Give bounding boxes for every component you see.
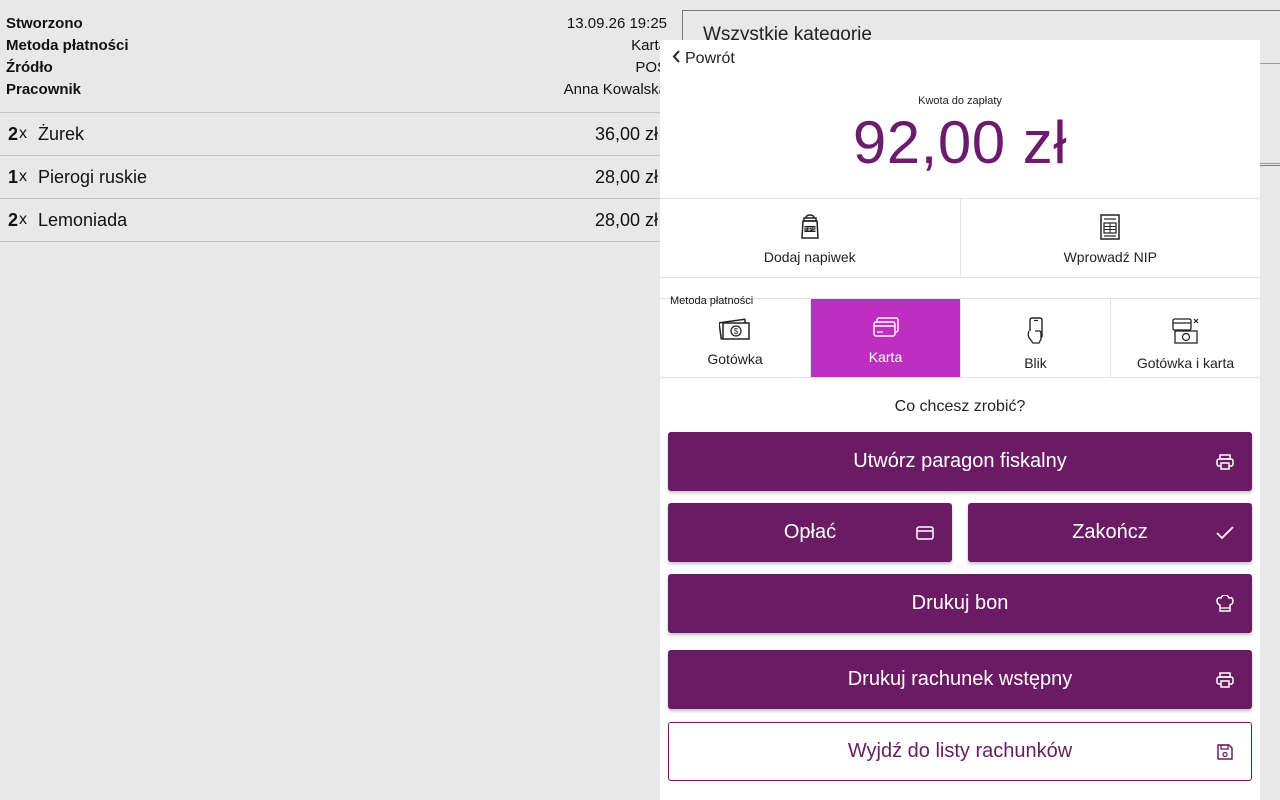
item-name: Żurek (38, 123, 85, 144)
meta-value: 13.09.26 19:25 (566, 14, 667, 32)
back-label: Powrót (685, 50, 735, 67)
order-details-panel: Stworzono 13.09.26 19:25 Metoda płatnośc… (0, 0, 670, 800)
printer-icon (1216, 453, 1234, 470)
order-item-row[interactable]: 2 x Żurek 36,00 zł (0, 113, 670, 156)
enter-nip-button[interactable]: Wprowadź NIP (959, 199, 1261, 277)
item-price: 36,00 zł (594, 123, 658, 144)
card-icon (916, 525, 934, 540)
add-tip-button[interactable]: TIPS Dodaj napiwek (660, 199, 960, 277)
payment-modal: Powrót Kwota do zapłaty 92,00 zł TIPS Do… (660, 40, 1260, 800)
payment-method-label: Gotówka (707, 351, 763, 367)
exit-to-bill-list-button[interactable]: Wyjdź do listy rachunków (668, 722, 1252, 781)
button-label: Opłać (783, 521, 837, 543)
create-fiscal-receipt-button[interactable]: Utwórz paragon fiskalny (668, 432, 1252, 491)
button-label: Utwórz paragon fiskalny (853, 450, 1067, 472)
item-quantity: 2 (8, 123, 19, 144)
meta-row-source: Źródło POS (0, 56, 670, 78)
svg-text:TIPS: TIPS (804, 227, 816, 233)
order-meta: Stworzono 13.09.26 19:25 Metoda płatnośc… (0, 0, 670, 100)
item-price: 28,00 zł (594, 209, 658, 230)
save-icon (1217, 743, 1233, 760)
back-button[interactable]: Powrót (672, 50, 735, 68)
payment-method-selector: $ Gotówka Karta Blik Gotówka i karta (660, 298, 1260, 378)
amount-due: 92,00 zł (852, 109, 1068, 176)
card-icon (872, 317, 900, 342)
payment-method-card[interactable]: Karta (810, 299, 960, 377)
button-label: Wyjdź do listy rachunków (847, 740, 1073, 762)
meta-label: Pracownik (6, 80, 82, 98)
meta-row-employee: Pracownik Anna Kowalska (0, 78, 670, 100)
add-tip-label: Dodaj napiwek (763, 249, 856, 265)
item-name: Pierogi ruskie (38, 166, 148, 187)
order-item-row[interactable]: 1 x Pierogi ruskie 28,00 zł (0, 156, 670, 199)
meta-label: Metoda płatności (6, 36, 129, 54)
print-prebill-button[interactable]: Drukuj rachunek wstępny (668, 650, 1252, 709)
meta-value: Anna Kowalska (563, 80, 667, 98)
button-label: Drukuj rachunek wstępny (847, 668, 1073, 690)
payment-method-label: Karta (868, 349, 903, 365)
finish-button[interactable]: Zakończ (968, 503, 1252, 562)
payment-method-blik[interactable]: Blik (960, 299, 1110, 377)
meta-row-created: Stworzono 13.09.26 19:25 (0, 12, 670, 34)
pay-button[interactable]: Opłać (668, 503, 952, 562)
item-price: 28,00 zł (594, 166, 658, 187)
cash-icon: $ (718, 317, 751, 344)
payment-method-heading: Metoda płatności (670, 295, 754, 307)
cash-and-card-icon (1171, 317, 1201, 348)
payment-method-cash-and-card[interactable]: Gotówka i karta (1110, 299, 1260, 377)
payment-method-label: Blik (1024, 355, 1047, 371)
extra-actions: TIPS Dodaj napiwek Wprowadź NIP (660, 198, 1260, 278)
item-multiplier: x (19, 125, 28, 142)
printer-icon (1216, 671, 1234, 688)
item-quantity: 2 (8, 209, 19, 230)
meta-label: Stworzono (6, 14, 83, 32)
chevron-left-icon (672, 50, 681, 68)
button-label: Zakończ (1072, 521, 1148, 543)
item-quantity: 1 (8, 166, 19, 187)
action-question: Co chcesz zrobić? (894, 398, 1026, 415)
item-multiplier: x (19, 168, 28, 185)
svg-text:$: $ (734, 327, 739, 336)
checkmark-icon (1216, 525, 1234, 540)
enter-nip-label: Wprowadź NIP (1063, 249, 1157, 265)
payment-method-label: Gotówka i karta (1136, 355, 1235, 371)
button-label: Drukuj bon (911, 592, 1009, 614)
chef-hat-icon (1216, 594, 1234, 613)
tips-jar-icon: TIPS (798, 214, 822, 243)
invoice-icon (1099, 214, 1121, 243)
payment-method-cash[interactable]: $ Gotówka (660, 299, 810, 377)
meta-row-payment-method: Metoda płatności Karta (0, 34, 670, 56)
order-item-row[interactable]: 2 x Lemoniada 28,00 zł (0, 199, 670, 242)
print-kitchen-ticket-button[interactable]: Drukuj bon (668, 574, 1252, 633)
item-multiplier: x (19, 211, 28, 228)
phone-icon (1025, 317, 1047, 348)
item-name: Lemoniada (38, 209, 128, 230)
amount-label: Kwota do zapłaty (918, 95, 1002, 107)
meta-label: Źródło (6, 58, 53, 76)
